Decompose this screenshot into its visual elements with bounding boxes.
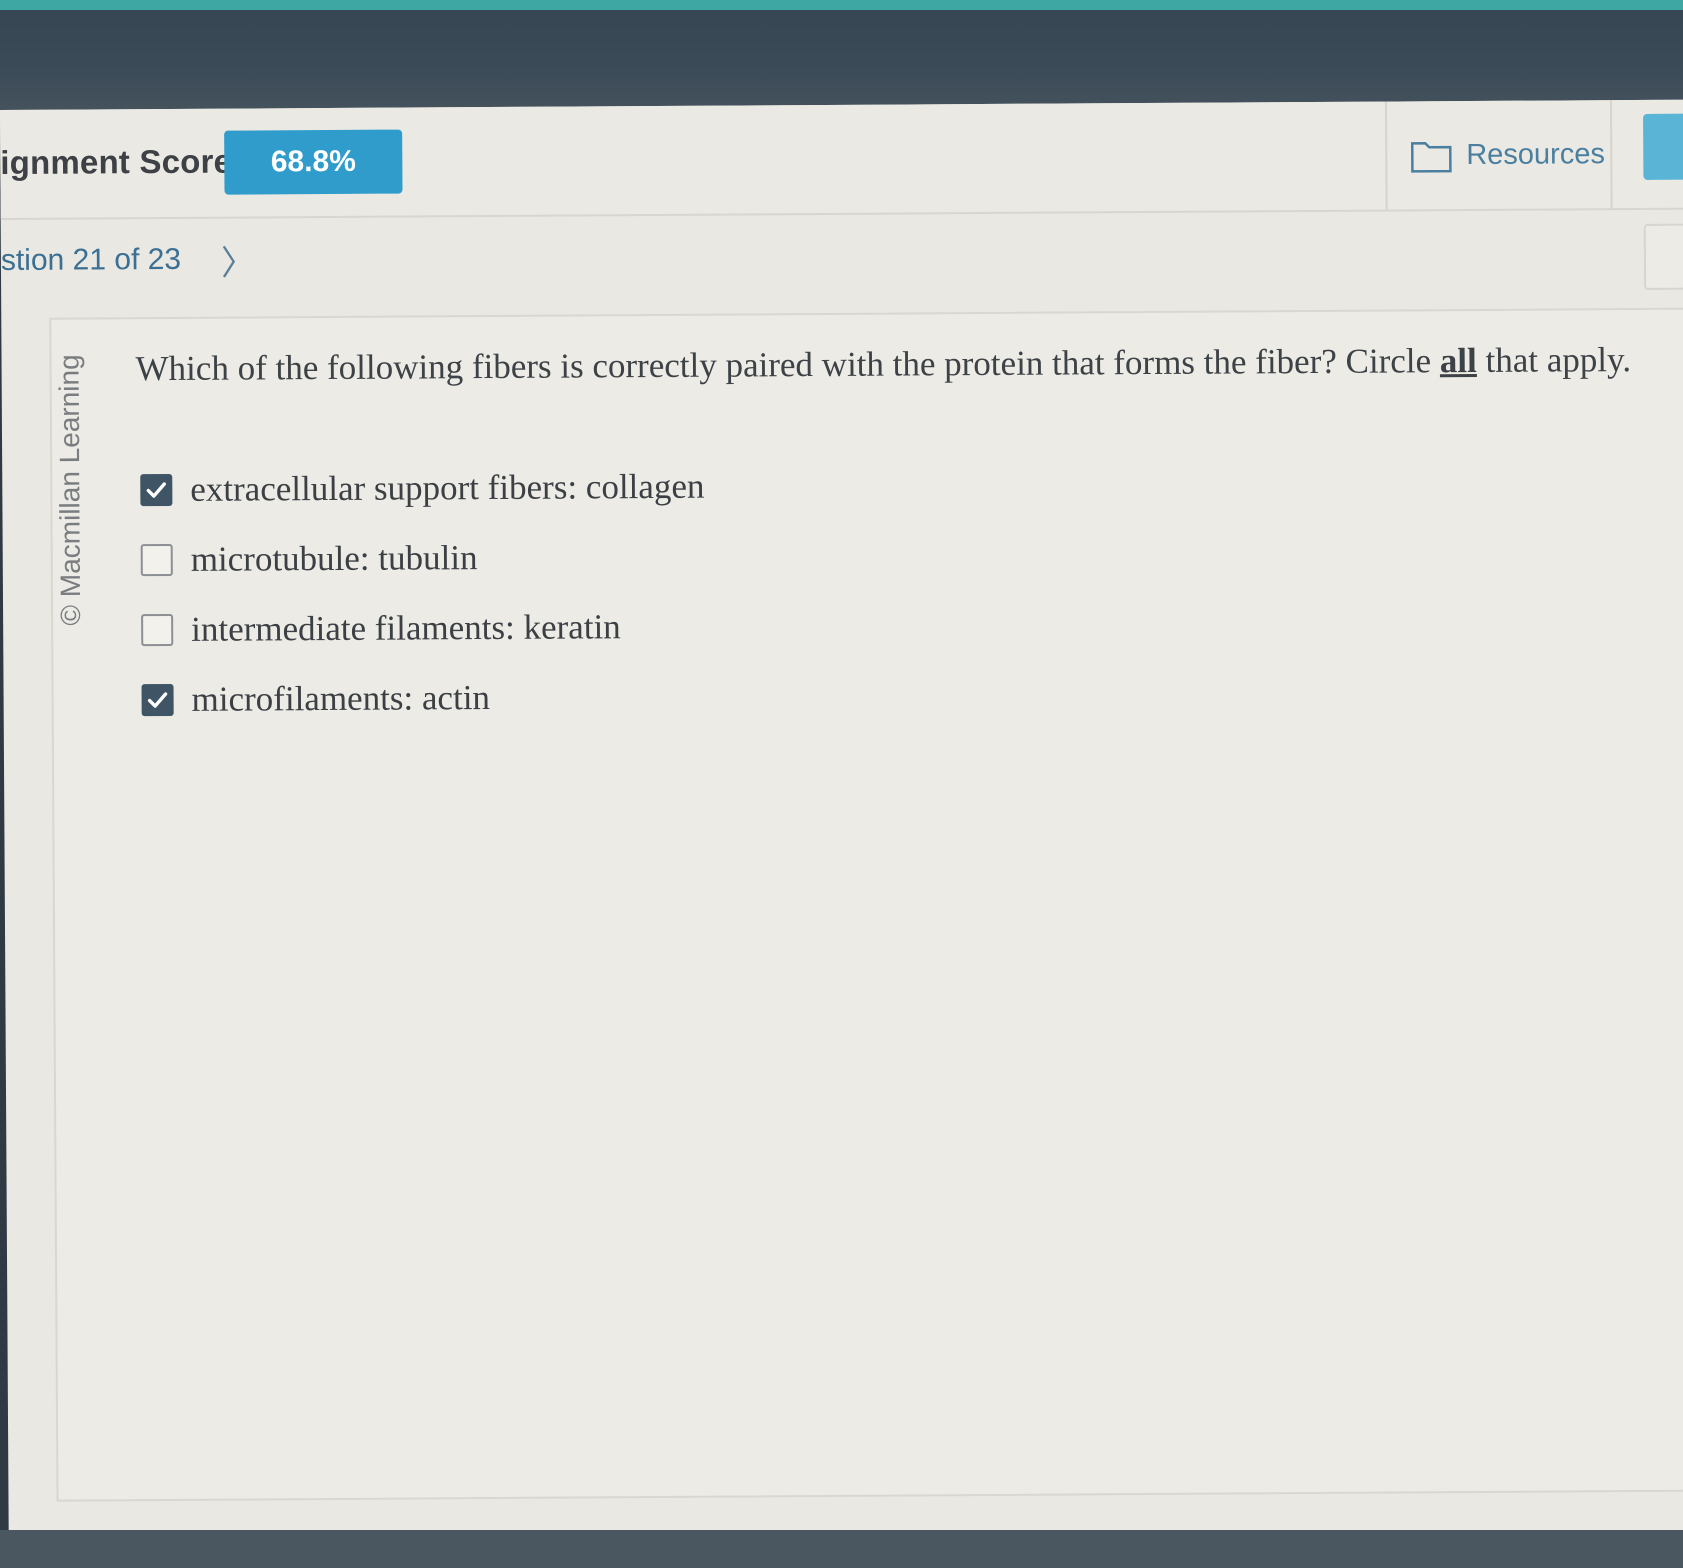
copyright-vertical: © Macmillan Learning <box>53 325 95 625</box>
option-label[interactable]: extracellular support fibers: collagen <box>190 467 704 510</box>
chevron-right-icon[interactable]: 〉 <box>221 235 255 284</box>
divider <box>1609 100 1613 209</box>
top-accent-strip <box>0 0 1683 10</box>
resources-button[interactable]: Resources <box>1410 126 1605 183</box>
resources-label: Resources <box>1466 137 1606 171</box>
check-icon <box>147 692 168 708</box>
option-label[interactable]: microfilaments: actin <box>191 678 490 720</box>
option-checkbox[interactable] <box>141 613 174 647</box>
window-bottom-area <box>0 1530 1683 1568</box>
option-checkbox[interactable] <box>141 683 174 717</box>
side-panel-button[interactable] <box>1643 223 1683 290</box>
answer-option[interactable]: microtubule: tubulin <box>140 522 706 595</box>
window-top-area <box>0 10 1683 114</box>
score-label: ignment Score: <box>0 142 244 181</box>
question-emphasis: all <box>1439 340 1477 381</box>
question-text-end: that apply. <box>1476 340 1632 380</box>
answer-option[interactable]: intermediate filaments: keratin <box>141 592 706 665</box>
answer-option[interactable]: extracellular support fibers: collagen <box>140 452 705 525</box>
option-label[interactable]: intermediate filaments: keratin <box>191 607 621 650</box>
question-counter: stion 21 of 23 <box>0 242 182 277</box>
option-checkbox[interactable] <box>140 473 173 507</box>
copyright-text: © Macmillan Learning <box>53 354 87 626</box>
question-navigation: stion 21 of 23 〉 <box>1 234 255 286</box>
check-icon <box>146 482 166 498</box>
divider <box>1384 101 1388 210</box>
score-badge: 68.8% <box>224 129 403 195</box>
option-checkbox[interactable] <box>140 543 173 577</box>
folder-icon <box>1410 137 1452 173</box>
answer-option[interactable]: microfilaments: actin <box>141 662 706 735</box>
option-label[interactable]: microtubule: tubulin <box>191 538 478 580</box>
assignment-screen: ignment Score: 68.8% Resources stion 21 … <box>0 99 1683 1550</box>
side-action-button[interactable] <box>1643 113 1683 180</box>
assignment-header: ignment Score: 68.8% Resources <box>0 99 1683 220</box>
answer-options: extracellular support fibers: collagen m… <box>140 452 706 735</box>
question-text-start: Which of the following fibers is correct… <box>135 341 1440 389</box>
